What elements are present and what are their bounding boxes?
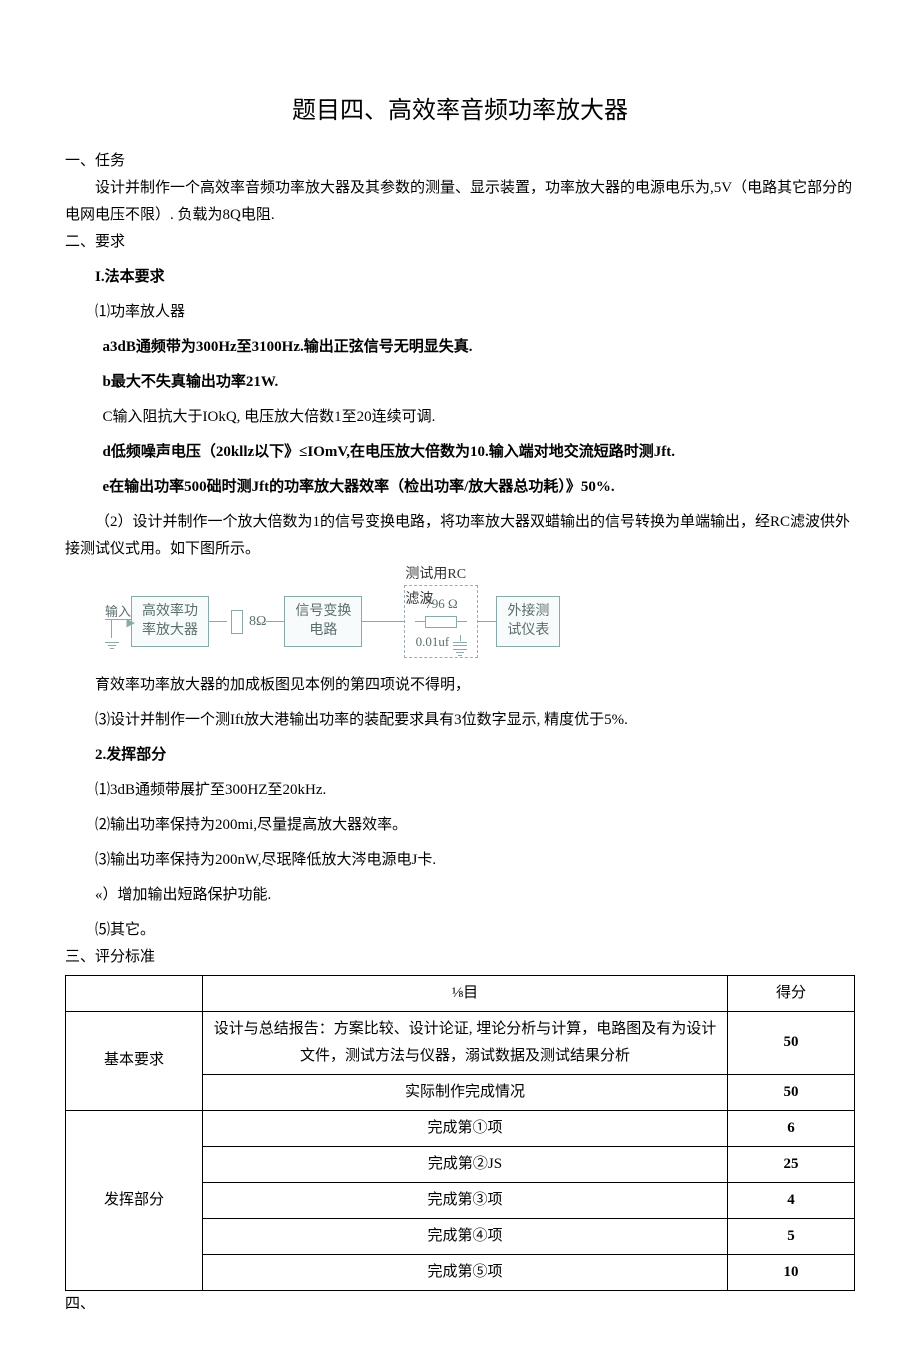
- col-item: ⅛目: [203, 975, 728, 1011]
- converter-block: 信号变换 电路: [284, 596, 362, 648]
- section-1-head: 一、任务: [65, 148, 855, 175]
- ext-score-5: 10: [728, 1254, 855, 1290]
- ext-score-2: 25: [728, 1146, 855, 1182]
- meter-block: 外接测 试仪表: [496, 596, 560, 648]
- ext-item-2: 完成第②JS: [203, 1146, 728, 1182]
- req-1d: d低频噪声电压（20kllz以下》≤IOmV,在电压放大倍数为10.输入端对地交…: [65, 439, 855, 466]
- ext-1: ⑴3dB通频带展扩至300HZ至20kHz.: [65, 777, 855, 804]
- basic-req-head: I.法本要求: [65, 264, 855, 291]
- req-1e: e在输出功率500础时测Jft的功率放大器效率（检出功率/放大器总功耗）》50%…: [65, 474, 855, 501]
- ext-score-4: 5: [728, 1218, 855, 1254]
- ext-4: «）增加输出短路保护功能.: [65, 882, 855, 909]
- row-basic-label: 基本要求: [66, 1011, 203, 1110]
- col-score: 得分: [728, 975, 855, 1011]
- ext-2: ⑵输出功率保持为200mi,尽量提高放大器效率。: [65, 812, 855, 839]
- basic-score-2: 50: [728, 1074, 855, 1110]
- task-text: 设计并制作一个高效率音频功率放大器及其参数的测量、显示装置，功率放大器的电源电乐…: [65, 175, 855, 229]
- ext-item-1: 完成第①项: [203, 1110, 728, 1146]
- table-header-row: ⅛目 得分: [66, 975, 855, 1011]
- ext-3: ⑶输出功率保持为200nW,尽珉降低放大涔电源电J卡.: [65, 847, 855, 874]
- ext-item-3: 完成第③项: [203, 1182, 728, 1218]
- req-3: ⑶设计并制作一个测Ift放大港输出功率的装配要求具有3位数字显示, 精度优于5%…: [65, 707, 855, 734]
- ext-score-3: 4: [728, 1182, 855, 1218]
- req-1a: a3dB通频带为300Hz至3100Hz.输出正弦信号无明显失真.: [65, 334, 855, 361]
- row-ext-label: 发挥部分: [66, 1110, 203, 1290]
- basic-score-1: 50: [728, 1011, 855, 1074]
- basic-item-2: 实际制作完成情况: [203, 1074, 728, 1110]
- table-row: 基本要求 设计与总结报告：方案比较、设计论证, 埋论分析与计算，电路图及有为设计…: [66, 1011, 855, 1074]
- load-resistor: [231, 610, 243, 634]
- ext-item-5: 完成第⑤项: [203, 1254, 728, 1290]
- diagram-note: 育效率功率放大器的加成板图见本例的第四项说不得明，: [65, 672, 855, 699]
- ext-score-1: 6: [728, 1110, 855, 1146]
- req-2: （2）设计并制作一个放大倍数为1的信号变换电路，将功率放大器双蜡输出的信号转换为…: [65, 509, 855, 563]
- table-row: 发挥部分 完成第①项 6: [66, 1110, 855, 1146]
- ext-item-4: 完成第④项: [203, 1218, 728, 1254]
- col-empty: [66, 975, 203, 1011]
- load-label: 8Ω: [249, 609, 266, 634]
- basic-item-1: 设计与总结报告：方案比较、设计论证, 埋论分析与计算，电路图及有为设计文件，测试…: [203, 1011, 728, 1074]
- section-3-head: 三、评分标准: [65, 944, 855, 971]
- block-diagram: 输入 ▶ 高效率功 率放大器 8Ω 信号变换 电路 测试用RC滤波 796 Ω: [65, 585, 855, 658]
- page-title: 题目四、高效率音频功率放大器: [65, 90, 855, 133]
- ext-5: ⑸其它。: [65, 917, 855, 944]
- ext-head: 2.发挥部分: [65, 742, 855, 769]
- rc-cap-label: 0.01uf: [416, 630, 450, 653]
- rc-filter-block: 测试用RC滤波 796 Ω 0.01uf: [404, 585, 478, 658]
- req-1b: b最大不失真输出功率21W.: [65, 369, 855, 396]
- req-1: ⑴功率放人器: [65, 299, 855, 326]
- req-1c: C输入阻抗大于IOkQ, 电压放大倍数1至20连续可调.: [65, 404, 855, 431]
- section-2-head: 二、要求: [65, 229, 855, 256]
- section-4-head: 四、: [65, 1291, 855, 1318]
- score-table: ⅛目 得分 基本要求 设计与总结报告：方案比较、设计论证, 埋论分析与计算，电路…: [65, 975, 855, 1291]
- rc-title: 测试用RC滤波: [405, 562, 477, 612]
- amp-block: 高效率功 率放大器: [131, 596, 209, 648]
